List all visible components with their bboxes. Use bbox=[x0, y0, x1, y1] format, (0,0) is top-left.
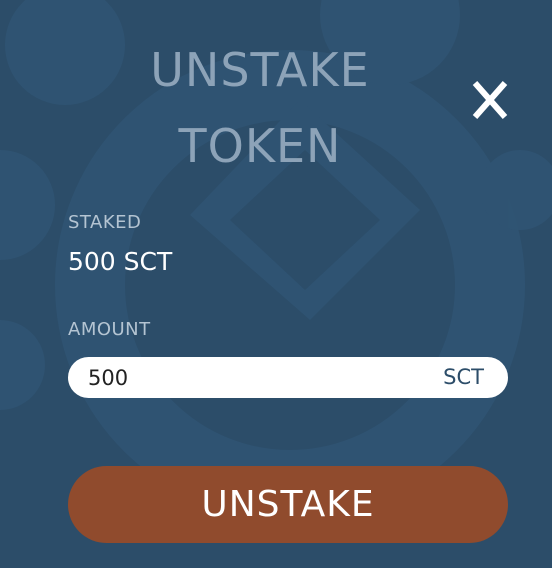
unstake-button[interactable]: UNSTAKE bbox=[68, 466, 508, 543]
amount-input[interactable] bbox=[88, 357, 408, 398]
modal-title: UNSTAKE TOKEN bbox=[150, 43, 370, 173]
close-button[interactable] bbox=[470, 78, 510, 122]
amount-field[interactable]: SCT bbox=[68, 357, 508, 398]
unstake-token-modal: UNSTAKE TOKEN STAKED 500 SCT AMOUNT SCT … bbox=[0, 0, 552, 568]
amount-unit: SCT bbox=[443, 365, 484, 389]
staked-label: STAKED bbox=[68, 212, 142, 233]
close-icon bbox=[472, 81, 508, 119]
amount-label: AMOUNT bbox=[68, 319, 151, 340]
staked-value: 500 SCT bbox=[68, 247, 173, 276]
